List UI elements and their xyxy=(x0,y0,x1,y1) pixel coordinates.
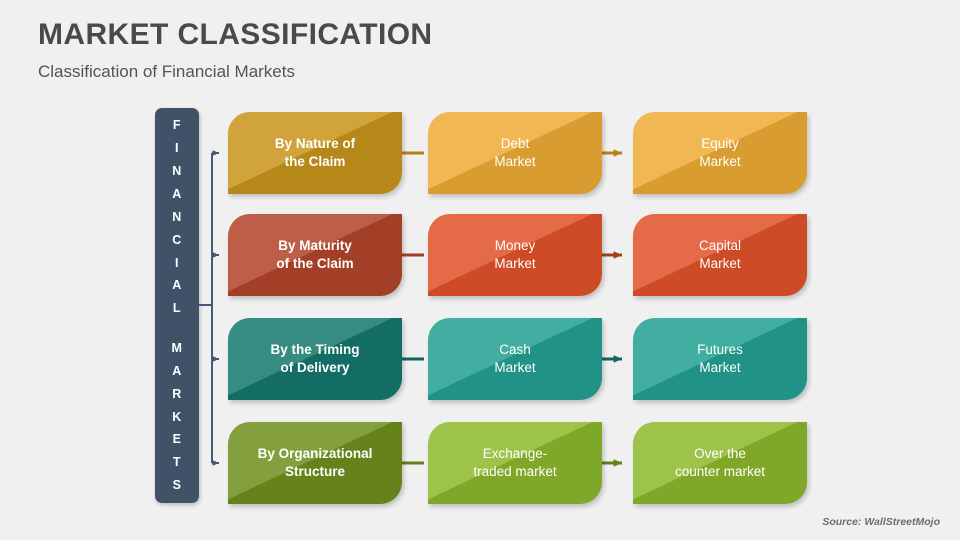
root-letter: A xyxy=(172,278,182,293)
category-node-by-organizational-structure[interactable]: By Organizational Structure xyxy=(228,422,402,504)
node-label: Exchange- traded market xyxy=(473,445,556,481)
node-label-line1: Exchange- xyxy=(482,446,548,462)
root-letter: R xyxy=(172,386,182,401)
node-label: By Organizational Structure xyxy=(258,445,373,481)
root-letter: I xyxy=(175,255,179,270)
node-label-line2: Structure xyxy=(284,464,345,479)
node-label-line2: of the Claim xyxy=(276,256,354,271)
diagram-row: By the Timing of Delivery Cash Market Fu… xyxy=(228,318,828,400)
node-label: Over the counter market xyxy=(675,445,765,481)
root-letter: E xyxy=(172,432,182,447)
market-node-money-market[interactable]: Money Market xyxy=(428,214,602,296)
market-node-equity-market[interactable]: Equity Market xyxy=(633,112,807,194)
root-letter: K xyxy=(172,409,182,424)
source-attribution: Source: WallStreetMojo xyxy=(822,516,940,528)
node-label-line2: Market xyxy=(699,154,741,169)
node-label-line1: Equity xyxy=(701,136,739,152)
node-label-line1: By Nature of xyxy=(274,136,356,152)
root-letter: A xyxy=(172,186,182,201)
root-letter: F xyxy=(172,118,182,133)
node-label: Money Market xyxy=(494,237,535,273)
market-node-debt-market[interactable]: Debt Market xyxy=(428,112,602,194)
root-letter: L xyxy=(172,301,182,316)
root-letter: N xyxy=(172,209,182,224)
market-node-over-the-counter-market[interactable]: Over the counter market xyxy=(633,422,807,504)
root-letter: A xyxy=(172,363,182,378)
node-label-line2: Market xyxy=(699,360,741,375)
node-label: Futures Market xyxy=(697,341,743,377)
node-label: Capital Market xyxy=(699,237,741,273)
node-label-line1: Debt xyxy=(500,136,530,152)
node-label: Cash Market xyxy=(494,341,535,377)
node-label-line1: By the Timing xyxy=(270,342,360,358)
root-letter: N xyxy=(172,164,182,179)
category-node-by-the-timing-of-delivery[interactable]: By the Timing of Delivery xyxy=(228,318,402,400)
node-label-line2: Market xyxy=(699,256,741,271)
diagram-row: By Maturity of the Claim Money Market Ca… xyxy=(228,214,828,296)
node-label-line1: Futures xyxy=(697,342,743,358)
node-label-line1: Cash xyxy=(499,342,531,358)
node-label-line1: Money xyxy=(494,238,536,254)
node-label: By Maturity of the Claim xyxy=(276,237,353,273)
root-letter: I xyxy=(175,141,179,156)
node-label-line2: Market xyxy=(494,360,536,375)
market-node-cash-market[interactable]: Cash Market xyxy=(428,318,602,400)
node-label-line2: of Delivery xyxy=(280,360,350,375)
node-label-line2: traded market xyxy=(473,464,557,479)
node-label-line1: By Organizational xyxy=(257,446,373,462)
node-label: By Nature of the Claim xyxy=(275,135,355,171)
node-label-line2: counter market xyxy=(674,464,766,479)
root-node-financial-markets[interactable]: F I N A N C I A L M A R K E T S xyxy=(155,108,199,503)
diagram-row: By Nature of the Claim Debt Market Equit… xyxy=(228,112,828,194)
root-letter: M xyxy=(171,340,183,355)
diagram-row: By Organizational Structure Exchange- tr… xyxy=(228,422,828,504)
market-node-capital-market[interactable]: Capital Market xyxy=(633,214,807,296)
node-label: Debt Market xyxy=(494,135,535,171)
node-label-line2: Market xyxy=(494,256,536,271)
node-label-line1: By Maturity xyxy=(278,238,352,254)
category-node-by-maturity-of-the-claim[interactable]: By Maturity of the Claim xyxy=(228,214,402,296)
root-letter: T xyxy=(172,455,182,470)
market-classification-diagram: F I N A N C I A L M A R K E T S By Natur… xyxy=(0,0,960,540)
node-label-line2: the Claim xyxy=(284,154,346,169)
node-label-line1: Over the xyxy=(694,446,746,462)
node-label: Equity Market xyxy=(699,135,740,171)
node-label: By the Timing of Delivery xyxy=(270,341,359,377)
market-node-exchange-traded-market[interactable]: Exchange- traded market xyxy=(428,422,602,504)
category-node-by-nature-of-the-claim[interactable]: By Nature of the Claim xyxy=(228,112,402,194)
root-letter: C xyxy=(172,232,182,247)
node-label-line1: Capital xyxy=(698,238,742,254)
root-letter: S xyxy=(172,478,182,493)
node-label-line2: Market xyxy=(494,154,536,169)
market-node-futures-market[interactable]: Futures Market xyxy=(633,318,807,400)
